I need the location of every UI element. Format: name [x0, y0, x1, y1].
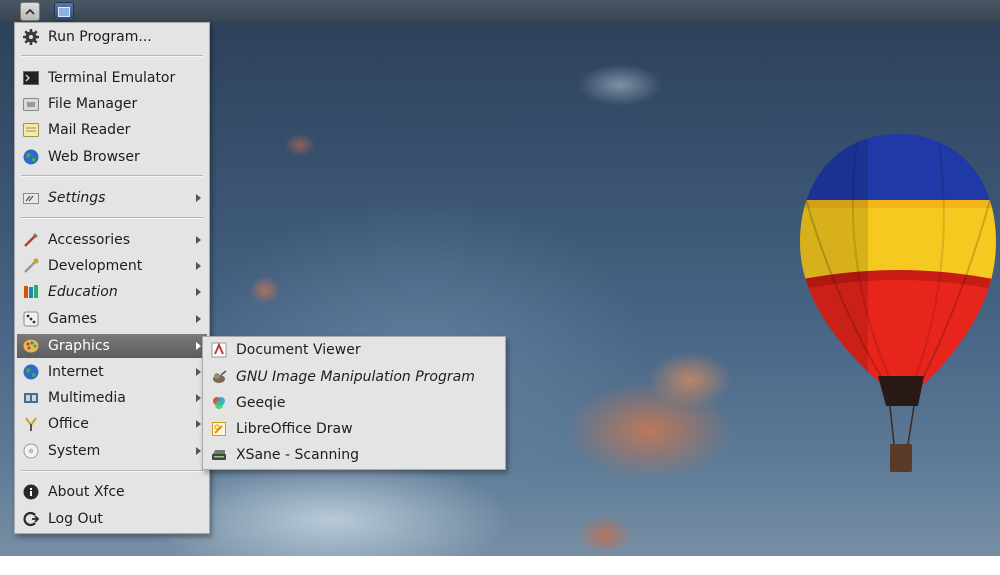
menu-item-label: System — [48, 443, 101, 459]
submenu-item-gimp[interactable]: GNU Image Manipulation Program — [205, 365, 503, 389]
menu-item-office[interactable]: Office — [17, 412, 207, 436]
show-desktop-button[interactable] — [54, 2, 74, 21]
menu-item-file-manager[interactable]: File Manager — [17, 92, 207, 116]
scanner-icon — [210, 446, 228, 464]
applications-menu: Run Program... Terminal Emulator File Ma… — [14, 22, 210, 534]
submenu-item-geeqie[interactable]: Geeqie — [205, 391, 503, 415]
submenu-arrow-icon — [196, 394, 201, 402]
submenu-item-label: LibreOffice Draw — [236, 421, 353, 437]
info-icon — [22, 483, 40, 501]
development-icon — [22, 257, 40, 275]
globe-icon — [22, 148, 40, 166]
menu-item-mail-reader[interactable]: Mail Reader — [17, 118, 207, 142]
menu-item-about-xfce[interactable]: About Xfce — [17, 480, 207, 504]
menu-item-education[interactable]: Education — [17, 280, 207, 304]
games-icon — [22, 310, 40, 328]
geeqie-icon — [210, 394, 228, 412]
menu-item-label: Run Program... — [48, 29, 152, 45]
menu-item-run-program[interactable]: Run Program... — [17, 25, 207, 49]
menu-item-log-out[interactable]: Log Out — [17, 507, 207, 531]
office-icon — [22, 415, 40, 433]
gear-icon — [22, 28, 40, 46]
submenu-arrow-icon — [196, 288, 201, 296]
menu-item-accessories[interactable]: Accessories — [17, 228, 207, 252]
document-viewer-icon — [210, 341, 228, 359]
hot-air-balloon-image — [800, 134, 996, 472]
submenu-item-label: XSane - Scanning — [236, 447, 360, 463]
submenu-arrow-icon — [196, 447, 201, 455]
menu-item-web-browser[interactable]: Web Browser — [17, 145, 207, 169]
menu-item-label: Internet — [48, 364, 104, 380]
globe-icon — [22, 363, 40, 381]
menu-item-settings[interactable]: Settings — [17, 186, 207, 210]
menu-item-label: Mail Reader — [48, 122, 131, 138]
file-manager-icon — [22, 95, 40, 113]
menu-item-label: About Xfce — [48, 484, 125, 500]
applications-menu-button[interactable] — [20, 2, 40, 21]
menu-item-development[interactable]: Development — [17, 254, 207, 278]
system-icon — [22, 442, 40, 460]
submenu-arrow-icon — [196, 420, 201, 428]
submenu-arrow-icon — [196, 236, 201, 244]
menu-item-games[interactable]: Games — [17, 307, 207, 331]
submenu-arrow-icon — [196, 342, 201, 350]
submenu-arrow-icon — [196, 194, 201, 202]
menu-separator — [21, 55, 203, 57]
submenu-arrow-icon — [196, 315, 201, 323]
palette-icon — [22, 337, 40, 355]
top-panel — [0, 0, 1000, 22]
accessories-icon — [22, 231, 40, 249]
menu-item-label: Office — [48, 416, 89, 432]
menu-item-label: Games — [48, 311, 97, 327]
libreoffice-draw-icon — [210, 420, 228, 438]
menu-item-terminal-emulator[interactable]: Terminal Emulator — [17, 66, 207, 90]
menu-item-label: Development — [48, 258, 143, 274]
menu-item-label: Settings — [48, 190, 106, 206]
menu-item-graphics[interactable]: Graphics — [17, 334, 207, 358]
menu-item-internet[interactable]: Internet — [17, 360, 207, 384]
menu-chevron-icon — [25, 8, 35, 15]
menu-separator — [21, 175, 203, 177]
menu-item-multimedia[interactable]: Multimedia — [17, 386, 207, 410]
submenu-item-label: GNU Image Manipulation Program — [236, 369, 475, 385]
submenu-item-document-viewer[interactable]: Document Viewer — [205, 338, 503, 362]
submenu-arrow-icon — [196, 368, 201, 376]
mail-icon — [22, 121, 40, 139]
menu-separator — [21, 470, 203, 472]
submenu-item-label: Geeqie — [236, 395, 286, 411]
menu-item-label: Education — [48, 284, 118, 300]
menu-item-label: Log Out — [48, 511, 103, 527]
education-icon — [22, 283, 40, 301]
logout-icon — [22, 510, 40, 528]
screen-edge — [0, 556, 1000, 575]
menu-item-label: Web Browser — [48, 149, 140, 165]
multimedia-icon — [22, 389, 40, 407]
terminal-icon — [22, 69, 40, 87]
menu-item-label: Graphics — [48, 338, 110, 354]
show-desktop-icon — [58, 6, 70, 17]
menu-separator — [21, 217, 203, 219]
menu-item-label: File Manager — [48, 96, 138, 112]
graphics-submenu: Document Viewer GNU Image Manipulation P… — [202, 336, 506, 470]
submenu-item-label: Document Viewer — [236, 342, 361, 358]
menu-item-label: Terminal Emulator — [48, 70, 176, 86]
submenu-arrow-icon — [196, 262, 201, 270]
submenu-item-libreoffice-draw[interactable]: LibreOffice Draw — [205, 417, 503, 441]
gimp-icon — [210, 368, 228, 386]
settings-icon — [22, 189, 40, 207]
submenu-item-xsane-scanning[interactable]: XSane - Scanning — [205, 443, 503, 467]
menu-item-label: Accessories — [48, 232, 131, 248]
menu-item-label: Multimedia — [48, 390, 126, 406]
menu-item-system[interactable]: System — [17, 439, 207, 463]
